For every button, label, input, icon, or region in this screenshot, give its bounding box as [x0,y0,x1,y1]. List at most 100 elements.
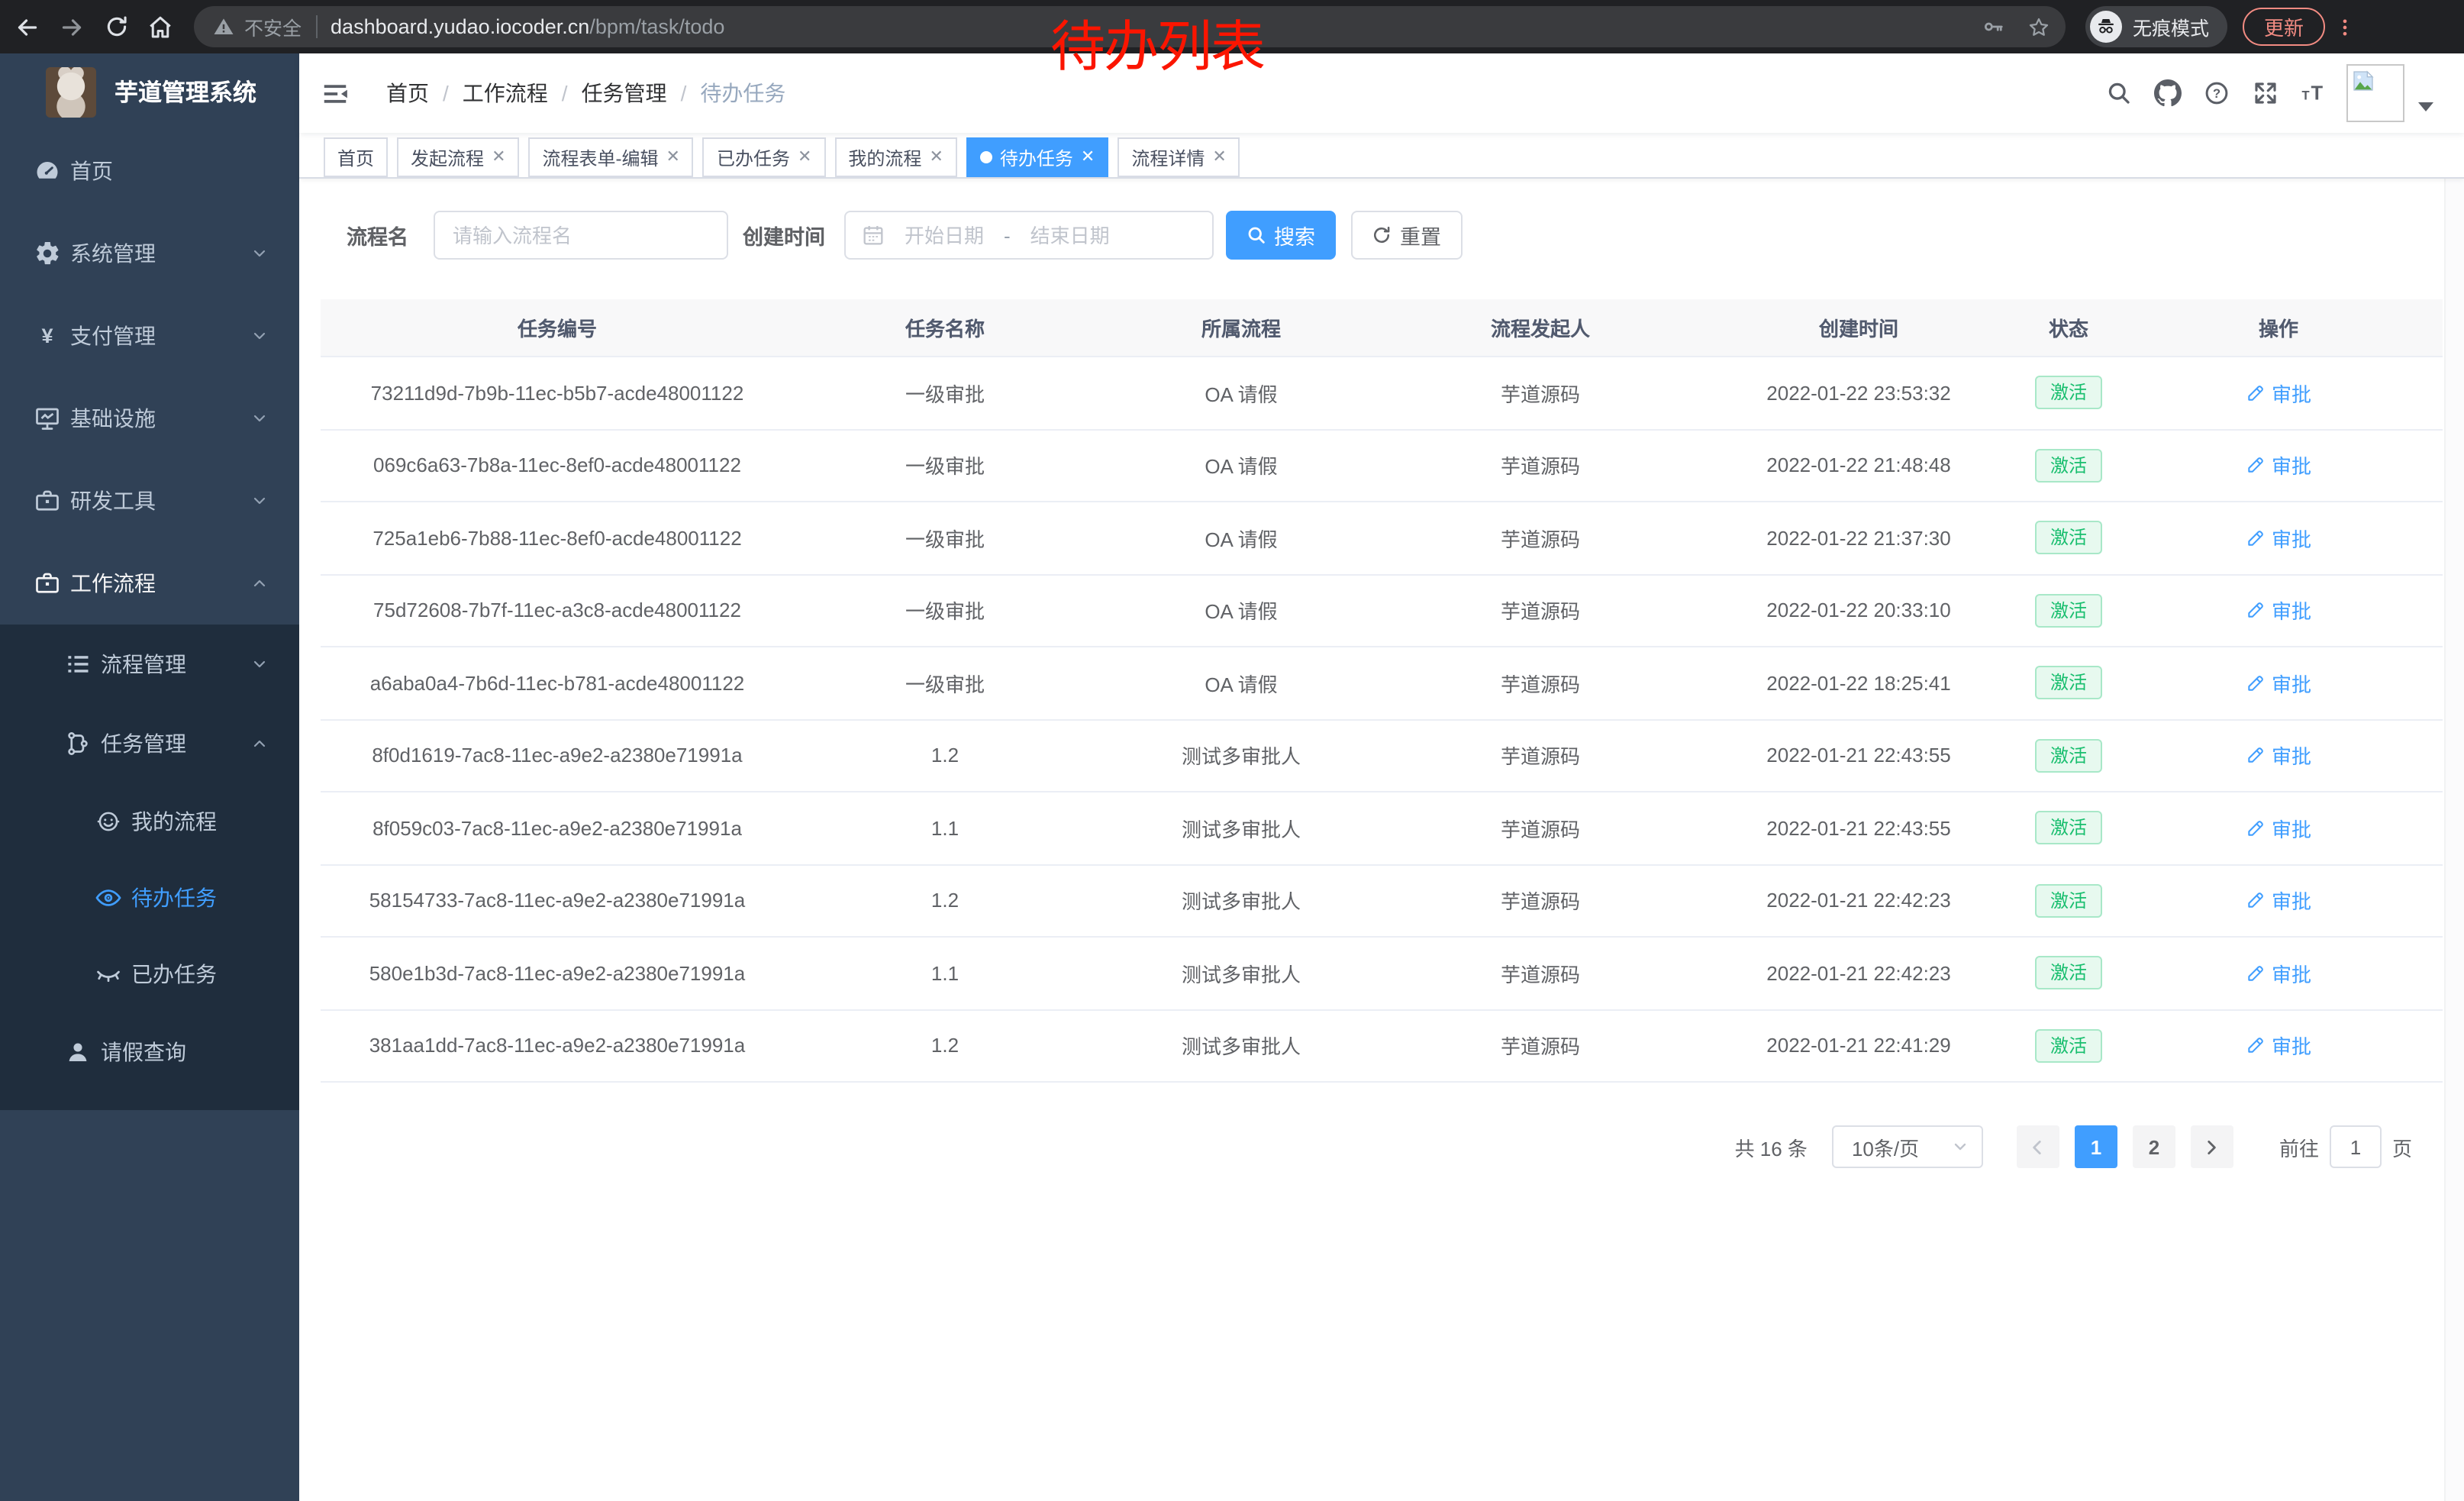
reload-icon[interactable] [102,13,130,40]
column-header: 操作 [2114,299,2443,356]
goto-page-input[interactable] [2330,1125,2382,1168]
page-button-1[interactable]: 1 [2075,1125,2117,1168]
close-icon[interactable]: ✕ [929,149,943,166]
close-icon[interactable]: ✕ [666,149,680,166]
approve-link[interactable]: 审批 [2246,669,2311,698]
forward-icon[interactable] [58,13,85,40]
tab-done-tasks[interactable]: 已办任务✕ [703,137,825,177]
close-icon[interactable]: ✕ [492,149,505,166]
github-icon[interactable] [2154,79,2182,107]
process-cell: 测试多审批人 [1096,792,1386,863]
starter-cell: 芋道源码 [1386,1010,1695,1081]
status-badge: 激活 [2035,884,2102,918]
logo-row[interactable]: 芋道管理系统 [0,53,299,130]
broken-image-icon [2351,69,2375,93]
home-icon[interactable] [147,13,174,40]
process-cell: 测试多审批人 [1096,1010,1386,1081]
gear-icon [34,240,61,267]
edit-icon [2246,891,2266,911]
sidebar-item-done-tasks[interactable]: 已办任务 [0,936,299,1012]
sidebar-item-system-management[interactable]: 系统管理 [0,212,299,295]
sidebar-item-label: 已办任务 [131,959,217,989]
sidebar-item-todo-tasks[interactable]: 待办任务 [0,860,299,936]
search-icon[interactable] [2105,79,2133,107]
key-icon[interactable] [1982,15,2004,38]
approve-link[interactable]: 审批 [2246,886,2311,915]
starter-cell: 芋道源码 [1386,430,1695,501]
starter-cell: 芋道源码 [1386,575,1695,646]
sidebar-item-process-management[interactable]: 流程管理 [0,625,299,704]
date-range-picker[interactable]: - [843,211,1213,260]
sidebar-item-leave-query[interactable]: 请假查询 [0,1012,299,1092]
breadcrumb-item[interactable]: 工作流程 [463,78,548,108]
breadcrumb-separator: / [562,81,568,105]
action-cell: 审批 [2114,1010,2443,1081]
task-id-cell: 580e1b3d-7ac8-11ec-a9e2-a2380e71991a [321,938,794,1009]
approve-link[interactable]: 审批 [2246,379,2311,408]
close-icon[interactable]: ✕ [798,149,811,166]
tab-process-form-edit[interactable]: 流程表单-编辑✕ [529,137,694,177]
approve-link[interactable]: 审批 [2246,524,2311,553]
sidebar: 芋道管理系统 首页系统管理¥支付管理基础设施研发工具工作流程流程管理任务管理我的… [0,53,299,1501]
tab-my-process[interactable]: 我的流程✕ [834,137,956,177]
back-icon[interactable] [14,13,41,40]
sidebar-item-dev-tools[interactable]: 研发工具 [0,460,299,542]
sidebar-item-payment-management[interactable]: ¥支付管理 [0,295,299,377]
avatar-caret-icon[interactable] [2418,102,2433,111]
start-date-input[interactable] [885,224,1004,247]
reset-button[interactable]: 重置 [1350,211,1462,260]
task-name-cell: 1.2 [794,865,1096,936]
browser-menu-icon[interactable] [2334,13,2356,40]
page-button-2[interactable]: 2 [2133,1125,2175,1168]
starter-cell: 芋道源码 [1386,720,1695,791]
svg-text:T: T [2311,82,2324,104]
help-icon[interactable]: ? [2203,79,2230,107]
breadcrumb-item[interactable]: 首页 [386,78,429,108]
range-separator: - [1004,224,1011,247]
avatar[interactable] [2346,64,2404,122]
create-time-cell: 2022-01-21 22:41:29 [1695,1010,2023,1081]
approve-link[interactable]: 审批 [2246,1031,2311,1060]
tab-todo-tasks[interactable]: 待办任务✕ [966,137,1108,177]
approve-link-label: 审批 [2272,1031,2311,1060]
close-icon[interactable]: ✕ [1212,149,1226,166]
security-label[interactable]: 不安全 [244,12,302,41]
page-size-select[interactable]: 10条/页 [1832,1125,1983,1168]
approve-link[interactable]: 审批 [2246,741,2311,770]
edit-icon [2246,456,2266,476]
approve-link[interactable]: 审批 [2246,959,2311,988]
sidebar-item-my-process[interactable]: 我的流程 [0,783,299,860]
scrollbar[interactable] [2444,107,2464,1501]
edit-icon [2246,1036,2266,1056]
user-icon [64,1038,92,1066]
sidebar-item-infrastructure[interactable]: 基础设施 [0,377,299,460]
prev-page-button[interactable] [2017,1125,2059,1168]
sidebar-item-home[interactable]: 首页 [0,130,299,212]
tab-process-detail[interactable]: 流程详情✕ [1118,137,1240,177]
next-page-button[interactable] [2191,1125,2233,1168]
update-button[interactable]: 更新 [2243,8,2325,46]
sidebar-item-task-management[interactable]: 任务管理 [0,704,299,783]
approve-link[interactable]: 审批 [2246,451,2311,480]
process-name-input[interactable] [433,211,727,260]
collapse-sidebar-icon[interactable] [321,79,350,108]
fullscreen-icon[interactable] [2252,79,2279,107]
text-size-icon[interactable]: TT [2301,79,2328,107]
status-cell: 激活 [2023,430,2114,501]
search-button[interactable]: 搜索 [1225,211,1335,260]
approve-link[interactable]: 审批 [2246,814,2311,843]
column-header: 创建时间 [1695,299,2023,356]
breadcrumb-item[interactable]: 任务管理 [582,78,667,108]
end-date-input[interactable] [1011,224,1130,247]
approve-link-label: 审批 [2272,886,2311,915]
task-name-cell: 一级审批 [794,502,1096,573]
monitor-icon [34,405,61,432]
approve-link[interactable]: 审批 [2246,596,2311,625]
tab-start-process[interactable]: 发起流程✕ [397,137,519,177]
tab-home[interactable]: 首页 [324,137,388,177]
close-icon[interactable]: ✕ [1081,149,1095,166]
tree-icon [64,730,92,757]
address-bar[interactable]: 不安全 dashboard.yudao.iocoder.cn/bpm/task/… [194,6,2066,47]
sidebar-item-workflow[interactable]: 工作流程 [0,542,299,625]
star-icon[interactable] [2027,15,2050,38]
